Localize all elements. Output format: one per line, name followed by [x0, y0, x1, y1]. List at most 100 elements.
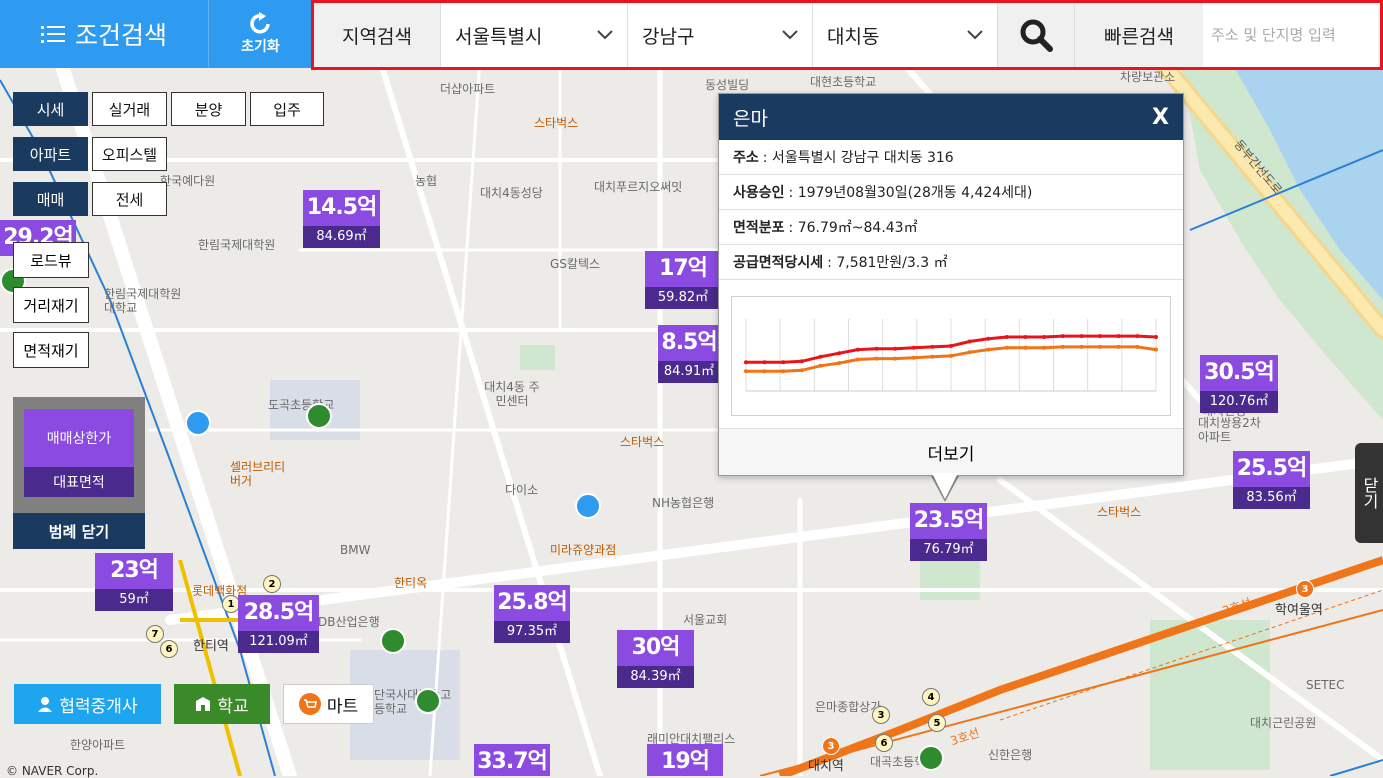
- marker-price: 33.7억: [477, 749, 548, 774]
- side-panel-close-button[interactable]: 닫기: [1355, 443, 1383, 543]
- marker-price: 25.8억: [497, 590, 568, 615]
- chart-point: [855, 357, 860, 362]
- chart-point: [1154, 335, 1158, 339]
- metro-station-icon: 3: [872, 706, 890, 724]
- tab-market-price[interactable]: 시세: [13, 92, 88, 126]
- reset-button[interactable]: 초기화: [208, 0, 312, 68]
- tab-apartment[interactable]: 아파트: [13, 137, 88, 171]
- chart-point: [949, 353, 953, 358]
- legend-upper-price: 매매상한가: [24, 409, 134, 467]
- roadview-button[interactable]: 로드뷰: [13, 242, 89, 278]
- price-marker[interactable]: 17억 59.82㎡: [645, 251, 721, 309]
- chart-point: [799, 368, 804, 373]
- chevron-down-icon: [782, 30, 798, 40]
- place-label: 대치쌍용2차아파트: [1198, 416, 1261, 444]
- chart-point: [986, 347, 991, 352]
- marker-area: 120.76㎡: [1200, 391, 1278, 413]
- quick-search-label: 빠른검색: [1074, 3, 1203, 67]
- school-filter-button[interactable]: 학교: [174, 684, 270, 724]
- chart-point: [1004, 345, 1009, 350]
- tab-move-in[interactable]: 입주: [250, 92, 324, 126]
- tab-presale[interactable]: 분양: [171, 92, 246, 126]
- more-button[interactable]: 더보기: [719, 428, 1183, 475]
- marker-price: 8.5억: [661, 330, 717, 355]
- broker-filter-label: 협력중개사: [59, 696, 138, 717]
- chart-point: [1135, 344, 1140, 349]
- price-marker[interactable]: 14.5억 84.69㎡: [303, 190, 380, 248]
- chart-point: [911, 355, 916, 360]
- place-label: 단국사대부속고등학교: [374, 688, 452, 716]
- marker-area: 84.69㎡: [303, 226, 380, 248]
- chart-point: [837, 351, 842, 356]
- sido-select[interactable]: 서울특별시: [440, 3, 627, 67]
- price-marker[interactable]: 30.5억 120.76㎡: [1200, 355, 1278, 413]
- distance-measure-button[interactable]: 거리재기: [13, 287, 89, 323]
- address-value: : 서울특별시 강남구 대치동 316: [762, 150, 954, 166]
- condition-search-label: 조건검색: [74, 21, 167, 50]
- price-marker[interactable]: 30억 84.39㎡: [617, 630, 694, 688]
- complex-info-popup: 은마 X 주소: 서울특별시 강남구 대치동 316 사용승인: 1979년08…: [718, 93, 1184, 476]
- price-marker[interactable]: 23억 59㎡: [95, 553, 173, 611]
- legend-close-button[interactable]: 범례 닫기: [13, 513, 145, 549]
- marker-price: 23.5억: [913, 508, 985, 533]
- marker-price: 25.5억: [1236, 456, 1308, 481]
- place-label: 학여울역: [1275, 603, 1323, 618]
- chart-point: [1116, 344, 1121, 349]
- tab-officetel[interactable]: 오피스텔: [92, 137, 167, 171]
- mart-filter-label: 마트: [326, 696, 359, 717]
- school-icon[interactable]: [415, 688, 441, 714]
- place-label: 대치근린공원: [1250, 716, 1317, 730]
- price-marker[interactable]: 25.5억 83.56㎡: [1233, 451, 1310, 509]
- place-label: 다이소: [505, 483, 539, 497]
- broker-icon[interactable]: [575, 493, 601, 519]
- top-bar: 조건검색 초기화 지역검색 서울특별시 강남구 대치동 빠른검색: [0, 0, 1383, 70]
- price-marker[interactable]: 19억: [647, 744, 723, 776]
- school-icon[interactable]: [306, 403, 332, 429]
- popup-close-button[interactable]: X: [1152, 105, 1169, 130]
- marker-price: 28.5억: [243, 600, 315, 625]
- area-measure-button[interactable]: 면적재기: [13, 332, 89, 368]
- chart-point: [911, 345, 916, 350]
- chart-point: [967, 339, 972, 344]
- tab-jeonse[interactable]: 전세: [92, 182, 167, 216]
- price-marker[interactable]: 25.8억 97.35㎡: [494, 585, 570, 643]
- price-marker[interactable]: 23.5억 76.79㎡: [910, 503, 987, 561]
- price-marker[interactable]: 33.7억: [474, 744, 550, 776]
- chart-point: [1042, 345, 1047, 350]
- cart-icon: [298, 693, 321, 715]
- metro-station-icon: 3: [1296, 580, 1314, 598]
- legend-representative-area: 대표면적: [24, 467, 134, 497]
- place-label: 더샵아파트: [440, 82, 496, 96]
- condition-search-button[interactable]: 조건검색: [0, 0, 208, 68]
- sigungu-select[interactable]: 강남구: [627, 3, 812, 67]
- chart-point: [744, 369, 748, 374]
- popup-unit-price-row: 공급면적당시세: 7,581만원/3.3 ㎡: [719, 245, 1183, 280]
- place-label: NH농협은행: [652, 496, 715, 510]
- place-label: DB산업은행: [318, 615, 380, 629]
- mart-filter-button[interactable]: 마트: [283, 684, 374, 724]
- popup-area-row: 면적분포: 76.79㎡~84.43㎡: [719, 210, 1183, 245]
- person-icon: [38, 697, 53, 712]
- school-icon[interactable]: [918, 745, 944, 771]
- tab-actual-transaction[interactable]: 실거래: [92, 92, 167, 126]
- place-label: 한림국제대학원: [198, 238, 276, 252]
- place-label: 스타벅스: [620, 435, 665, 449]
- price-marker[interactable]: 28.5억 121.09㎡: [238, 595, 319, 653]
- quick-search-input[interactable]: [1203, 3, 1378, 67]
- chart-point: [1023, 345, 1028, 350]
- place-label: 셀러브리티 버거: [230, 460, 286, 488]
- search-button[interactable]: [997, 3, 1074, 67]
- place-label: 한티옥: [394, 576, 428, 590]
- tab-sale[interactable]: 매매: [13, 182, 88, 216]
- marker-price: 30억: [631, 635, 681, 660]
- dong-select[interactable]: 대치동: [812, 3, 997, 67]
- chart-point: [874, 346, 879, 351]
- price-marker[interactable]: 8.5억 84.91㎡: [658, 325, 720, 383]
- school-icon[interactable]: [380, 628, 406, 654]
- chevron-down-icon: [597, 30, 613, 40]
- chart-point: [762, 369, 767, 374]
- place-label: 대현초등학교: [810, 75, 877, 89]
- broker-filter-button[interactable]: 협력중개사: [14, 684, 161, 724]
- marker-area: 76.79㎡: [910, 539, 987, 561]
- broker-icon[interactable]: [185, 410, 211, 436]
